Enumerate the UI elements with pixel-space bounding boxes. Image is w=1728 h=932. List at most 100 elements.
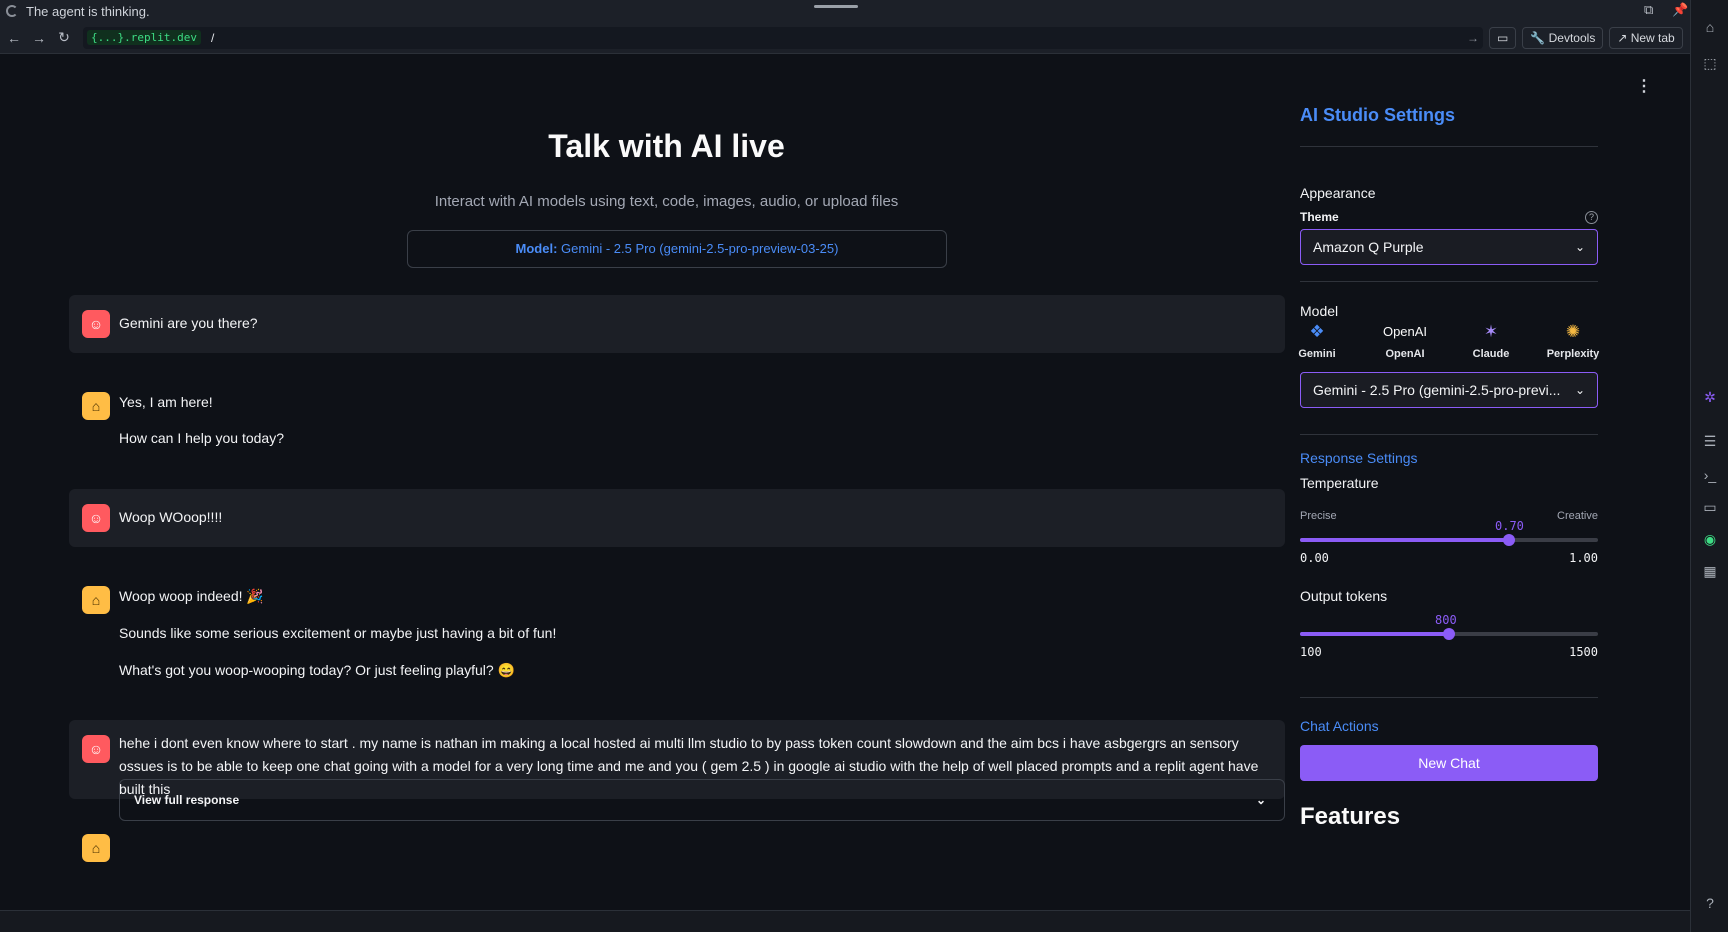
provider-gemini[interactable]: ❖ Gemini [1282,320,1352,360]
output-tokens-max: 1500 [1569,645,1598,659]
help-icon[interactable]: ? [1701,894,1719,912]
url-bar[interactable]: {...}.replit.dev / → [83,26,1483,49]
message-content: Yes, I am here! How can I help you today… [119,391,1265,464]
slider-fill [1300,632,1449,636]
response-settings-heading: Response Settings [1300,450,1418,466]
terminal-icon[interactable]: ›_ [1701,466,1719,484]
drag-handle[interactable] [814,5,858,8]
provider-openai[interactable]: OpenAI OpenAI [1370,320,1440,360]
message-line: Gemini are you there? [119,315,258,331]
model-banner-label: Model: [515,241,558,256]
deploy-icon[interactable]: ◉ [1701,530,1719,548]
theme-select[interactable]: Amazon Q Purple ⌄ [1300,229,1598,265]
model-banner-value: Gemini - 2.5 Pro (gemini-2.5-pro-preview… [561,241,839,256]
slider-thumb[interactable] [1443,628,1455,640]
forward-icon[interactable]: → [28,30,50,46]
output-tokens-min: 100 [1300,645,1322,659]
appearance-heading: Appearance [1300,185,1376,201]
chat-message-user: ☺ Woop WOoop!!!! [69,489,1285,547]
provider-label: Claude [1472,348,1510,360]
user-avatar-icon: ☺ [82,735,110,763]
back-icon[interactable]: ← [3,30,25,46]
model-select[interactable]: Gemini - 2.5 Pro (gemini-2.5-pro-previ..… [1300,372,1598,408]
provider-label: OpenAI [1385,348,1425,360]
perplexity-logo-icon: ✺ [1565,322,1581,341]
provider-perplexity[interactable]: ✺ Perplexity [1538,320,1608,360]
divider [1300,697,1598,698]
output-tokens-label: Output tokens [1300,588,1388,604]
reload-icon[interactable]: ↻ [53,29,75,46]
navigate-arrow-icon[interactable]: → [1467,31,1479,45]
temperature-max: 1.00 [1569,551,1598,565]
openai-broken-image-icon: OpenAI [1382,324,1428,339]
more-menu-icon[interactable]: ⋮ [1636,76,1652,96]
divider [1300,281,1598,282]
temperature-min-caption: Precise [1300,510,1337,522]
page-title: Talk with AI live [548,128,785,164]
new-tab-label: New tab [1630,30,1675,45]
url-host: {...}.replit.dev [87,30,201,45]
user-avatar-icon: ☺ [82,504,110,532]
bot-avatar-icon: ⌂ [82,834,110,862]
model-select-value: Gemini - 2.5 Pro (gemini-2.5-pro-previ..… [1313,382,1561,398]
temperature-slider[interactable] [1300,534,1598,546]
home-icon[interactable]: ⌂ [1701,18,1719,36]
chevron-down-icon: ⌄ [1255,793,1266,807]
theme-select-value: Amazon Q Purple [1313,239,1424,255]
slider-fill [1300,538,1509,542]
agent-status-bar: The agent is thinking. ⧉ 📌 [0,0,1690,22]
chat-actions-heading: Chat Actions [1300,718,1379,734]
slider-thumb[interactable] [1503,534,1515,546]
devtools-button[interactable]: 🔧 Devtools [1522,26,1604,49]
new-chat-button[interactable]: New Chat [1300,745,1598,781]
outline-icon[interactable]: ☰ [1701,432,1719,450]
message-line: What's got you woop-wooping today? Or ju… [119,662,515,678]
message-line: Woop woop indeed! 🎉 [119,588,264,604]
provider-claude[interactable]: ✶ Claude [1456,320,1526,360]
output-tokens-slider[interactable] [1300,628,1598,640]
sidebar-title: AI Studio Settings [1300,105,1455,125]
device-preview-button[interactable]: ▭ [1489,26,1517,49]
divider [1300,434,1598,435]
gemini-logo-icon: ❖ [1309,322,1325,341]
page-subtitle: Interact with AI models using text, code… [434,193,899,210]
message-line: Woop WOoop!!!! [119,509,223,525]
message-content: Woop WOoop!!!! [119,506,1265,543]
message-content: Gemini are you there? [119,312,1265,349]
bottom-status-bar [0,910,1690,932]
help-circle-icon[interactable]: ? [1585,211,1598,224]
right-tool-rail: ⌂ ⬚ ✲ ☰ ›_ ▭ ◉ ▦ ? [1690,0,1728,932]
theme-label: Theme [1300,210,1339,224]
divider [1300,146,1598,147]
new-tab-button[interactable]: ↗ New tab [1609,26,1683,49]
message-line: Sounds like some serious excitement or m… [119,625,557,641]
inspect-icon[interactable]: ⬚ [1701,54,1719,72]
chat-message-assistant: ⌂ Woop woop indeed! 🎉 Sounds like some s… [69,568,1285,738]
user-avatar-icon: ☺ [82,310,110,338]
features-heading: Features [1300,803,1401,830]
apps-grid-icon[interactable]: ▦ [1701,562,1719,580]
preview-icon[interactable]: ▭ [1701,498,1719,516]
chevron-down-icon: ⌄ [1574,383,1585,397]
agent-icon[interactable]: ✲ [1701,388,1719,406]
bot-avatar-icon: ⌂ [82,392,110,420]
provider-label: Perplexity [1546,348,1600,360]
expander-label: View full response [134,793,240,807]
temperature-label: Temperature [1300,475,1379,491]
view-full-response-expander[interactable]: View full response ⌄ [119,779,1285,821]
message-line: How can I help you today? [119,430,284,446]
current-model-banner: Model: Gemini - 2.5 Pro (gemini-2.5-pro-… [407,230,947,268]
devtools-label: Devtools [1548,30,1596,45]
claude-logo-icon: ✶ [1483,322,1499,341]
message-content: Woop woop indeed! 🎉 Sounds like some ser… [119,585,1265,696]
temperature-max-caption: Creative [1557,510,1598,522]
temperature-value: 0.70 [1495,519,1524,533]
chevron-down-icon: ⌄ [1574,240,1585,254]
browser-toolbar: ← → ↻ {...}.replit.dev / → ▭ 🔧 Devtools … [0,22,1690,54]
provider-label: Gemini [1298,348,1336,360]
temperature-min: 0.00 [1300,551,1329,565]
message-line: Yes, I am here! [119,394,213,410]
popout-icon[interactable]: ⧉ [1644,2,1653,18]
url-path: / [210,30,215,45]
pin-icon[interactable]: 📌 [1672,2,1688,18]
